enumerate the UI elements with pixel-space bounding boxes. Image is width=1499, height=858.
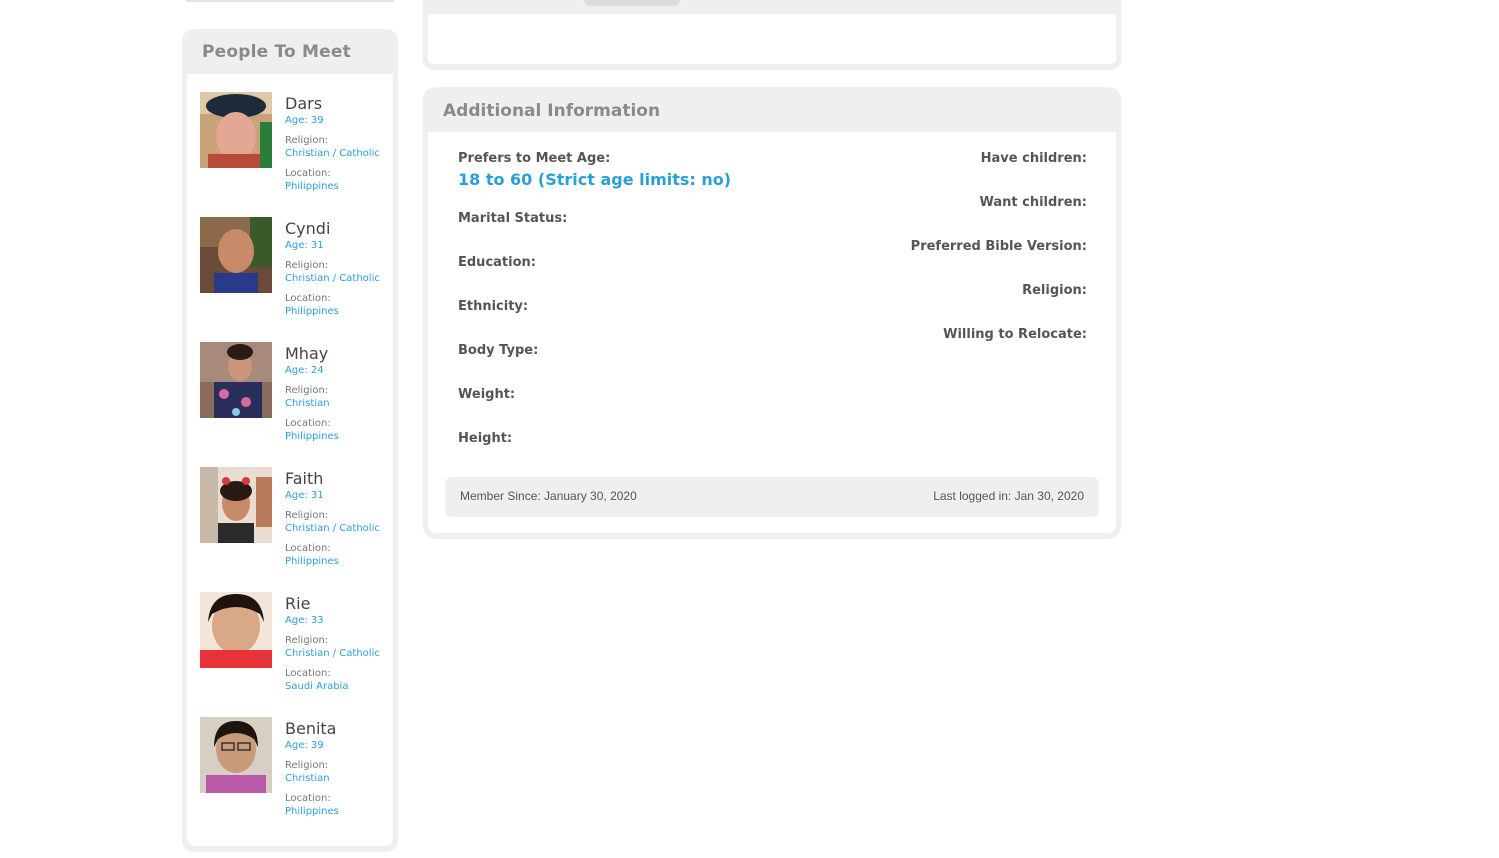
religion-value: Christian <box>285 398 330 409</box>
profile-photo[interactable] <box>200 717 272 793</box>
location-value: Saudi Arabia <box>285 681 349 692</box>
divider-line <box>186 0 394 2</box>
prefers-age-value: 18 to 60 (Strict age limits: no) <box>458 170 732 189</box>
person-name[interactable]: Faith <box>285 469 323 488</box>
person-name[interactable]: Cyndi <box>285 219 330 238</box>
person-card[interactable]: Benita Age: 39 Religion: Christian Locat… <box>200 717 390 827</box>
religion-label: Religion: <box>285 260 329 271</box>
ethnicity-label: Ethnicity: <box>458 299 529 314</box>
person-card[interactable]: Dars Age: 39 Religion: Christian / Catho… <box>200 92 390 202</box>
religion-label: Religion: <box>285 760 329 771</box>
height-label: Height: <box>458 431 513 446</box>
last-logged-in: Last logged in: Jan 30, 2020 <box>933 489 1084 503</box>
profile-photo[interactable] <box>200 467 272 543</box>
person-name[interactable]: Rie <box>285 594 310 613</box>
want-children-label: Want children: <box>979 195 1087 210</box>
religion-label: Religion: <box>285 635 329 646</box>
additional-information-card: Additional Information Prefers to Meet A… <box>423 87 1121 539</box>
location-value: Philippines <box>285 181 339 192</box>
profile-photo[interactable] <box>200 342 272 418</box>
body-type-label: Body Type: <box>458 343 539 358</box>
panel-title: People To Meet <box>202 42 351 62</box>
religion-label: Religion: <box>285 385 329 396</box>
member-footer: Member Since: January 30, 2020 Last logg… <box>445 477 1099 517</box>
location-value: Philippines <box>285 431 339 442</box>
person-age: Age: 39 <box>285 740 324 751</box>
religion-label: Religion: <box>285 135 329 146</box>
religion-value: Christian / Catholic <box>285 648 380 659</box>
person-age: Age: 24 <box>285 365 324 376</box>
person-card[interactable]: Mhay Age: 24 Religion: Christian Locatio… <box>200 342 390 452</box>
profile-photo[interactable] <box>200 217 272 293</box>
person-age: Age: 31 <box>285 490 324 501</box>
bible-version-label: Preferred Bible Version: <box>910 239 1087 254</box>
have-children-label: Have children: <box>980 151 1087 166</box>
people-to-meet-panel: People To Meet Dars Age: 39 Religion: Ch… <box>182 29 398 852</box>
person-card[interactable]: Rie Age: 33 Religion: Christian / Cathol… <box>200 592 390 702</box>
person-name[interactable]: Benita <box>285 719 336 738</box>
profile-card-top <box>423 0 1121 70</box>
section-title: Additional Information <box>443 101 661 121</box>
info-body: Prefers to Meet Age: 18 to 60 (Strict ag… <box>428 132 1116 533</box>
person-card[interactable]: Faith Age: 31 Religion: Christian / Cath… <box>200 467 390 577</box>
location-value: Philippines <box>285 806 339 817</box>
education-label: Education: <box>458 255 536 270</box>
location-value: Philippines <box>285 556 339 567</box>
religion-value: Christian / Catholic <box>285 523 380 534</box>
tab-pill[interactable] <box>583 0 681 6</box>
location-label: Location: <box>285 793 331 804</box>
marital-status-label: Marital Status: <box>458 211 568 226</box>
profile-photo[interactable] <box>200 92 272 168</box>
person-name[interactable]: Mhay <box>285 344 328 363</box>
card-body <box>428 14 1116 64</box>
location-value: Philippines <box>285 306 339 317</box>
prefers-age-label: Prefers to Meet Age: <box>458 151 611 166</box>
location-label: Location: <box>285 418 331 429</box>
location-label: Location: <box>285 293 331 304</box>
person-card[interactable]: Cyndi Age: 31 Religion: Christian / Cath… <box>200 217 390 327</box>
profile-photo[interactable] <box>200 592 272 668</box>
person-age: Age: 39 <box>285 115 324 126</box>
person-age: Age: 33 <box>285 615 324 626</box>
relocate-label: Willing to Relocate: <box>943 327 1087 342</box>
religion-value: Christian / Catholic <box>285 273 380 284</box>
religion-value: Christian / Catholic <box>285 148 380 159</box>
person-age: Age: 31 <box>285 240 324 251</box>
religion-label: Religion: <box>1022 283 1087 298</box>
person-name[interactable]: Dars <box>285 94 322 113</box>
people-list: Dars Age: 39 Religion: Christian / Catho… <box>187 74 393 846</box>
location-label: Location: <box>285 543 331 554</box>
location-label: Location: <box>285 168 331 179</box>
location-label: Location: <box>285 668 331 679</box>
weight-label: Weight: <box>458 387 516 402</box>
religion-value: Christian <box>285 773 330 784</box>
member-since: Member Since: January 30, 2020 <box>460 489 637 503</box>
religion-label: Religion: <box>285 510 329 521</box>
